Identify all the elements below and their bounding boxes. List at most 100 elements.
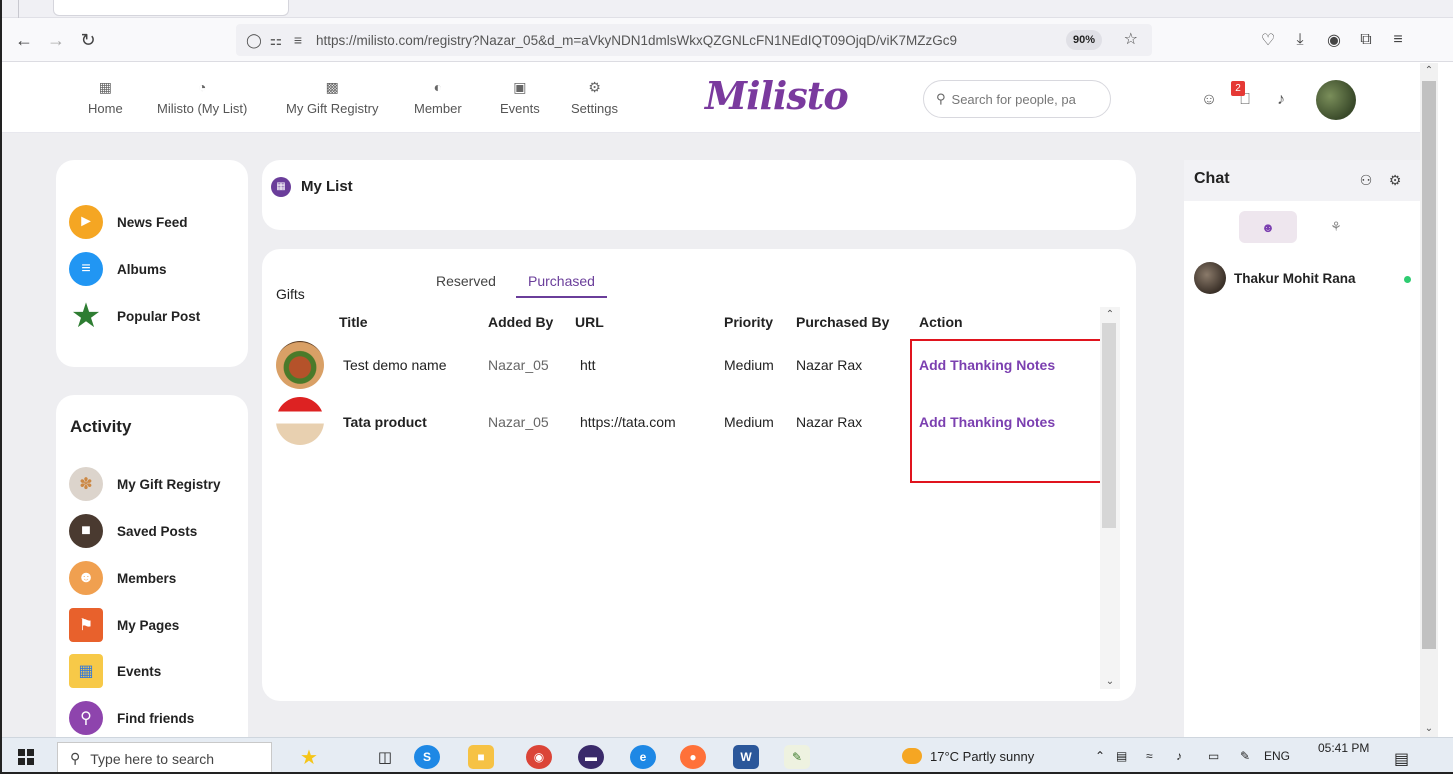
page-title: My List (301, 178, 353, 195)
registry-icon: ▩ (325, 78, 339, 95)
chevron-down-icon[interactable]: ⌄ (1420, 721, 1438, 737)
bookmark-star-icon[interactable]: ☆ (1124, 29, 1138, 49)
weather-text: 17°C Partly sunny (930, 748, 1035, 764)
window-edge (1438, 63, 1453, 737)
sidebar-item-label: News Feed (117, 214, 188, 230)
pen-icon[interactable]: ✎ (1240, 749, 1250, 763)
menu-icon[interactable]: ≡ (1386, 28, 1410, 52)
chevron-up-icon[interactable]: ⌃ (1100, 309, 1120, 320)
sidebar-item-my-pages[interactable]: ⚑ My Pages (69, 608, 179, 642)
table-scrollbar[interactable]: ⌃ ⌄ (1100, 307, 1120, 689)
sidebar-item-popular-post[interactable]: ★ Popular Post (69, 297, 201, 335)
sidebar-item-label: Members (117, 570, 177, 586)
windows-start-icon[interactable] (18, 749, 34, 765)
nav-my-list-label: Milisto (My List) (157, 101, 248, 116)
tab-purchased[interactable]: Purchased (516, 273, 607, 298)
url-text[interactable]: https://milisto.com/registry?Nazar_05&d_… (316, 33, 1096, 48)
forward-icon[interactable]: → (44, 28, 68, 52)
firefox-icon[interactable]: ● (680, 745, 706, 769)
task-view-icon[interactable]: ◫ (372, 745, 398, 769)
page-scrollbar[interactable]: ⌃ ⌄ (1420, 63, 1438, 737)
taskbar-search-input[interactable]: ⚲ Type here to search (57, 742, 272, 774)
file-explorer-icon[interactable]: ■ (468, 745, 494, 769)
avatar[interactable] (1316, 80, 1356, 120)
add-friend-icon[interactable]: ☺ (1198, 89, 1220, 111)
extensions-icon[interactable]: ⧉ (1354, 28, 1378, 52)
wifi-icon[interactable]: ≈ (1146, 749, 1153, 763)
sidebar-item-label: My Pages (117, 617, 180, 633)
table-scrollbar-thumb[interactable] (1102, 323, 1116, 528)
chevron-down-icon[interactable]: ⌄ (1100, 676, 1120, 687)
pocket-icon[interactable]: ♡ (1256, 28, 1280, 52)
sidebar-item-events[interactable]: ▦ Events (69, 654, 161, 688)
chrome-icon[interactable]: ◉ (526, 745, 552, 769)
search-icon: ⚲ (936, 91, 946, 106)
widgets-star-icon[interactable]: ★ (296, 745, 322, 769)
column-header-action: Action (919, 314, 963, 330)
back-icon[interactable]: ← (12, 28, 36, 52)
add-group-icon[interactable]: ⚇ (1356, 170, 1376, 190)
zoom-level[interactable]: 90% (1065, 30, 1102, 50)
nav-member[interactable]: ◐ Member (414, 77, 462, 116)
site-logo[interactable]: Milisto (705, 73, 849, 118)
my-list-header: ▦ My List (262, 160, 1136, 230)
reload-icon[interactable]: ↻ (76, 28, 100, 52)
page-scrollbar-thumb[interactable] (1422, 81, 1436, 649)
tab-reserved[interactable]: Reserved (436, 273, 496, 296)
column-header-url: URL (575, 314, 604, 330)
nav-member-label: Member (414, 101, 462, 116)
speaker-icon[interactable]: ♪ (1176, 749, 1182, 763)
notifications-icon[interactable]: ▤ (1394, 749, 1409, 769)
gift-icon: ✽ (69, 467, 103, 501)
clock-time[interactable]: 05:41 PM (1318, 741, 1369, 755)
notepad-icon[interactable]: ✎ (784, 745, 810, 769)
sidebar-item-label: Popular Post (117, 308, 201, 324)
bell-icon[interactable]: ♪ (1270, 89, 1292, 111)
gear-icon[interactable]: ⚙ (1385, 170, 1405, 190)
sidebar-item-saved-posts[interactable]: ■ Saved Posts (69, 514, 197, 548)
sidebar-item-albums[interactable]: ≡ Albums (69, 252, 167, 286)
browser-tab[interactable] (53, 0, 289, 16)
skype-icon[interactable]: S (414, 745, 440, 769)
tab-groups[interactable]: ⚘ (1307, 211, 1365, 243)
chat-contact[interactable]: Thakur Mohit Rana (1194, 262, 1356, 294)
gift-thumbnail[interactable] (276, 397, 324, 445)
language-indicator[interactable]: ENG (1264, 749, 1290, 763)
row-url[interactable]: htt (580, 357, 596, 373)
site-search-input[interactable]: ⚲ Search for people, pa (923, 80, 1111, 118)
nav-events-label: Events (500, 101, 540, 116)
word-icon[interactable]: W (733, 745, 759, 769)
nav-gift-registry[interactable]: ▩ My Gift Registry (286, 77, 378, 117)
weather-widget[interactable]: 17°C Partly sunny (902, 748, 1034, 764)
gift-thumbnail[interactable] (276, 341, 324, 389)
tray-chevron-up-icon[interactable]: ⌃ (1095, 749, 1105, 763)
sidebar-item-my-gift-registry[interactable]: ✽ My Gift Registry (69, 467, 221, 501)
gifts-card: Gifts Reserved Purchased Title Added By … (262, 249, 1136, 701)
download-icon[interactable]: ⤓ (1288, 28, 1312, 52)
sidebar-item-news-feed[interactable]: ► News Feed (69, 205, 188, 239)
sidebar-item-label: Find friends (117, 710, 195, 726)
weather-icon (902, 748, 922, 764)
address-bar[interactable]: ◯ ⚏ ≡ https://milisto.com/registry?Nazar… (236, 24, 1152, 56)
column-header-purchased-by: Purchased By (796, 314, 890, 330)
shield-icon[interactable]: ◯ (244, 30, 264, 50)
account-icon[interactable]: ◉ (1322, 28, 1346, 52)
nav-settings[interactable]: ⚙ Settings (571, 77, 618, 117)
app-icon[interactable]: ▬ (578, 745, 604, 769)
nav-my-list[interactable]: ◔ Milisto (My List) (157, 77, 247, 116)
row-url[interactable]: https://tata.com (580, 414, 676, 430)
lock-icon[interactable]: ⚏ (266, 30, 286, 50)
nav-home[interactable]: ▦ Home (88, 77, 123, 117)
chevron-up-icon[interactable]: ⌃ (1420, 63, 1438, 79)
column-header-title: Title (339, 314, 368, 330)
nav-events[interactable]: ▣ Events (500, 77, 540, 117)
permissions-icon[interactable]: ≡ (288, 30, 308, 50)
tray-app-icon[interactable]: ▤ (1116, 749, 1127, 763)
battery-icon[interactable]: ▭ (1208, 749, 1219, 763)
tab-contacts[interactable]: ☻ (1239, 211, 1297, 243)
sidebar-item-find-friends[interactable]: ⚲ Find friends (69, 701, 194, 735)
row-added-by: Nazar_05 (488, 414, 549, 430)
chat-title: Chat (1194, 170, 1230, 187)
sidebar-item-members[interactable]: ☻ Members (69, 561, 176, 595)
edge-icon[interactable]: e (630, 745, 656, 769)
